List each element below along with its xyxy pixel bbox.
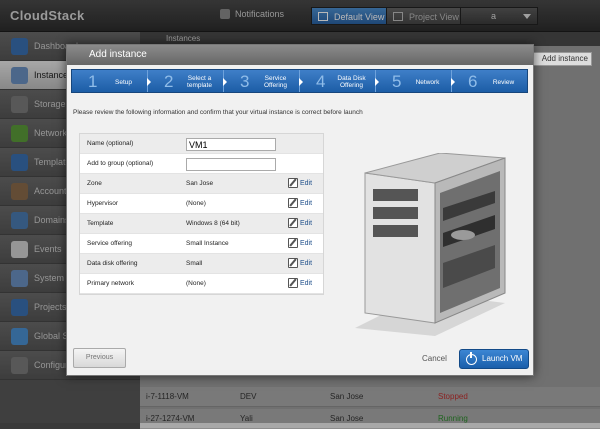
review-value: Small	[186, 260, 203, 267]
add-instance-button[interactable]: Add instance	[532, 52, 592, 66]
server-illustration	[355, 153, 506, 336]
edit-link[interactable]: Edit	[288, 278, 312, 288]
edit-link[interactable]: Edit	[288, 178, 312, 188]
review-label: Hypervisor	[87, 200, 119, 207]
review-value: Small Instance	[186, 240, 229, 247]
step-label: Service Offering	[263, 75, 287, 89]
edit-icon	[288, 198, 298, 208]
dialog-title: Add instance	[67, 45, 533, 65]
launch-vm-button[interactable]: Launch VM	[459, 349, 529, 369]
edit-link[interactable]: Edit	[288, 218, 312, 228]
edit-icon	[288, 178, 298, 188]
review-value: Windows 8 (64 bit)	[186, 220, 240, 227]
review-value: San Jose	[186, 180, 214, 187]
step-number: 6	[468, 72, 478, 91]
review-row-template: Template Windows 8 (64 bit) Edit	[80, 214, 323, 234]
chevron-right-icon	[451, 78, 455, 86]
previous-button[interactable]: Previous	[73, 348, 126, 368]
edit-icon	[288, 218, 298, 228]
chevron-right-icon	[375, 78, 379, 86]
review-value: (None)	[186, 280, 206, 287]
step-number: 4	[316, 72, 326, 91]
edit-link[interactable]: Edit	[288, 258, 312, 268]
step-label: Review	[492, 78, 515, 86]
wizard-step-4: 4 Data Disk Offering	[300, 70, 379, 92]
name-label: Name (optional)	[87, 140, 134, 147]
step-number: 1	[88, 72, 98, 91]
add-instance-dialog: Add instance 1 Setup 2 Select a template 3 Se…	[66, 44, 534, 376]
step-label: Select a template	[187, 75, 212, 89]
review-label: Primary network	[87, 280, 134, 287]
edit-link[interactable]: Edit	[288, 198, 312, 208]
wizard-step-3: 3 Service Offering	[224, 70, 303, 92]
wizard-step-6: 6 Review	[452, 70, 527, 92]
step-number: 3	[240, 72, 250, 91]
name-input[interactable]	[186, 138, 276, 151]
review-row-service-offering: Service offering Small Instance Edit	[80, 234, 323, 254]
wizard-step-5: 5 Network	[376, 70, 455, 92]
edit-link[interactable]: Edit	[288, 238, 312, 248]
review-label: Data disk offering	[87, 260, 138, 267]
edit-icon	[288, 258, 298, 268]
review-value: (None)	[186, 200, 206, 207]
edit-label: Edit	[300, 259, 313, 267]
review-instructions: Please review the following information …	[73, 109, 363, 116]
step-label: Network	[415, 78, 440, 86]
review-row-hypervisor: Hypervisor (None) Edit	[80, 194, 323, 214]
chevron-right-icon	[299, 78, 303, 86]
review-row-group: Add to group (optional)	[80, 154, 323, 174]
chevron-right-icon	[147, 78, 151, 86]
edit-label: Edit	[300, 179, 313, 187]
step-number: 5	[392, 72, 402, 91]
launch-vm-label: Launch VM	[482, 354, 523, 363]
review-row-primary-network: Primary network (None) Edit	[80, 274, 323, 294]
chevron-right-icon	[223, 78, 227, 86]
edit-icon	[288, 278, 298, 288]
wizard-steps: 1 Setup 2 Select a template 3 Service Offerin…	[71, 69, 528, 93]
review-row-data-disk-offering: Data disk offering Small Edit	[80, 254, 323, 274]
step-number: 2	[164, 72, 174, 91]
review-table: Name (optional) Add to group (optional) …	[79, 133, 324, 295]
group-input[interactable]	[186, 158, 276, 171]
edit-icon	[288, 238, 298, 248]
review-label: Service offering	[87, 240, 133, 247]
edit-label: Edit	[300, 279, 313, 287]
wizard-step-2: 2 Select a template	[148, 70, 227, 92]
review-label: Zone	[87, 180, 102, 187]
group-label: Add to group (optional)	[87, 160, 154, 167]
review-row-zone: Zone San Jose Edit	[80, 174, 323, 194]
step-label: Data Disk Offering	[337, 75, 366, 89]
review-row-name: Name (optional)	[80, 134, 323, 154]
edit-label: Edit	[300, 219, 313, 227]
wizard-step-1: 1 Setup	[72, 70, 151, 92]
edit-label: Edit	[300, 199, 313, 207]
step-label: Setup	[115, 78, 132, 86]
power-icon	[466, 352, 477, 365]
review-label: Template	[87, 220, 114, 227]
cancel-button[interactable]: Cancel	[422, 354, 447, 363]
edit-label: Edit	[300, 239, 313, 247]
